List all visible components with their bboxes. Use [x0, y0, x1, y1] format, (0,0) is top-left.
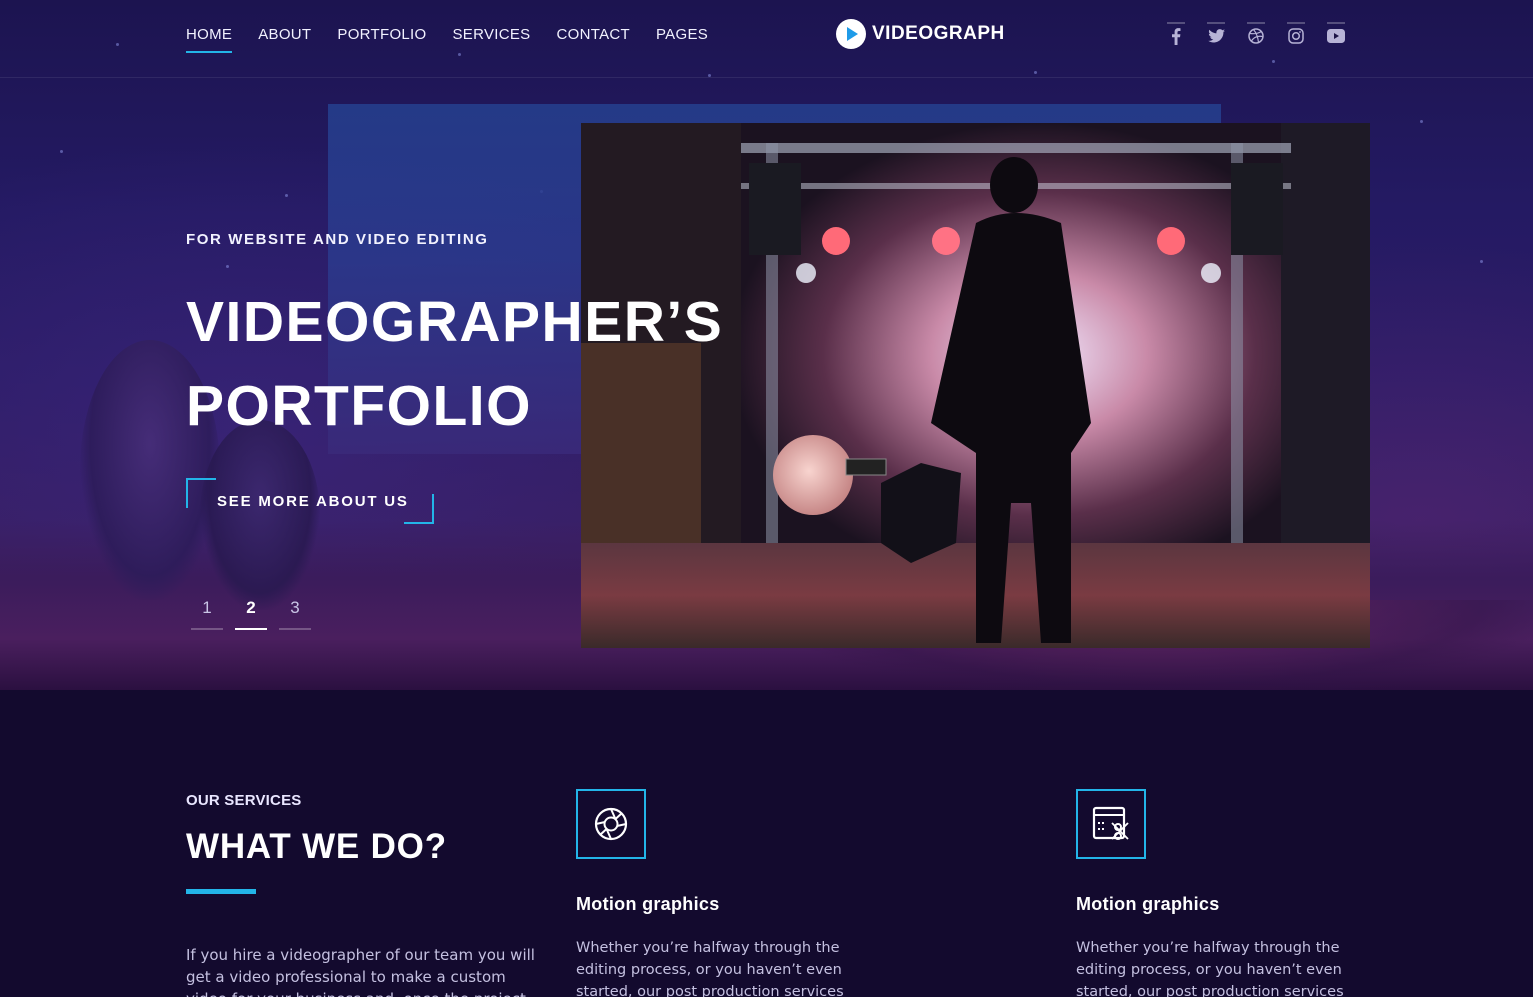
services-section: OUR SERVICES WHAT WE DO? If you hire a v… — [0, 690, 1533, 997]
see-more-label: SEE MORE ABOUT US — [217, 492, 409, 510]
service-card-text: Whether you’re halfway through the editi… — [1076, 940, 1344, 997]
nav-about[interactable]: ABOUT — [258, 26, 311, 51]
hero-section: FOR WEBSITE AND VIDEO EDITING VIDEOGRAPH… — [0, 0, 1533, 690]
cta-corner-top-left — [186, 478, 216, 508]
logo[interactable]: VIDEOGRAPH — [836, 19, 1005, 49]
nav-services[interactable]: SERVICES — [453, 26, 531, 51]
facebook-icon[interactable] — [1167, 22, 1185, 46]
service-card-title: Motion graphics — [1076, 894, 1220, 914]
dribbble-icon[interactable] — [1247, 22, 1265, 46]
youtube-icon[interactable] — [1327, 22, 1345, 46]
nav-home[interactable]: HOME — [186, 26, 233, 53]
video-edit-icon — [1076, 789, 1146, 859]
see-more-button[interactable]: SEE MORE ABOUT US — [186, 478, 434, 524]
nav-portfolio[interactable]: PORTFOLIO — [337, 26, 426, 51]
instagram-icon[interactable] — [1287, 22, 1305, 46]
hero-title-line1: VIDEOGRAPHER’S — [186, 290, 724, 354]
services-description: If you hire a videographer of our team y… — [186, 946, 535, 997]
twitter-icon[interactable] — [1207, 22, 1225, 46]
services-kicker: OUR SERVICES — [186, 792, 302, 809]
top-nav: HOME ABOUT PORTFOLIO SERVICES CONTACT PA… — [0, 0, 1533, 78]
service-card-text: Whether you’re halfway through the editi… — [576, 940, 844, 997]
service-card: Motion graphics Whether you’re halfway t… — [576, 789, 876, 997]
hero-kicker: FOR WEBSITE AND VIDEO EDITING — [186, 231, 489, 248]
hero-title: VIDEOGRAPHER’S PORTFOLIO — [186, 280, 746, 448]
social-links — [1167, 22, 1345, 46]
pager-item-3[interactable]: 3 — [279, 598, 311, 630]
cta-corner-bottom-right — [404, 494, 434, 524]
pager-item-1[interactable]: 1 — [191, 598, 223, 630]
services-title: WHAT WE DO? — [186, 827, 447, 866]
hero-title-line2: PORTFOLIO — [186, 374, 532, 438]
play-logo-icon — [836, 19, 866, 49]
logo-text: VIDEOGRAPH — [872, 23, 1005, 44]
nav-links: HOME ABOUT PORTFOLIO SERVICES CONTACT PA… — [186, 26, 708, 53]
pager-item-2[interactable]: 2 — [235, 598, 267, 630]
slider-pager: 1 2 3 — [191, 598, 311, 630]
nav-contact[interactable]: CONTACT — [557, 26, 630, 51]
title-underline — [186, 889, 256, 894]
service-card-title: Motion graphics — [576, 894, 720, 914]
aperture-icon — [576, 789, 646, 859]
service-card: Motion graphics Whether you’re halfway t… — [1076, 789, 1376, 997]
nav-pages[interactable]: PAGES — [656, 26, 708, 51]
